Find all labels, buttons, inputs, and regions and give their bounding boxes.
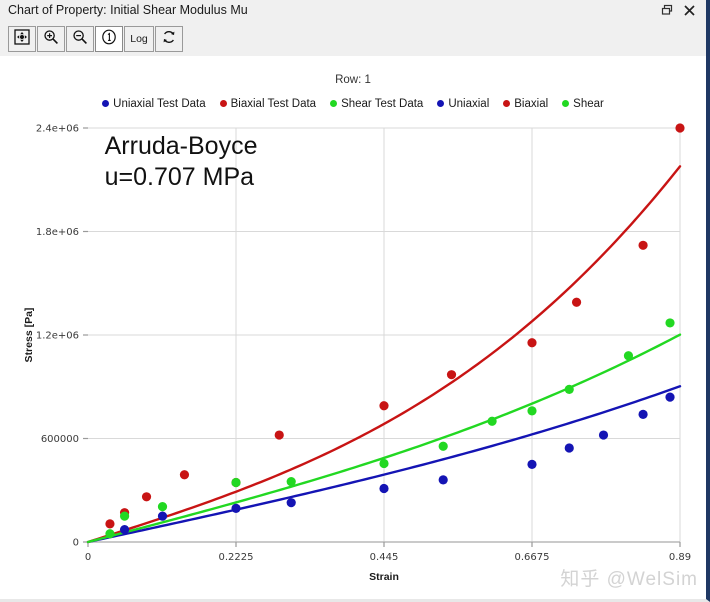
close-icon[interactable] bbox=[681, 3, 698, 19]
window-title-bar: Chart of Property: Initial Shear Modulus… bbox=[0, 0, 706, 23]
y-axis-tick-label: 2.4e+06 bbox=[36, 124, 79, 135]
x-axis-tick-label: 0.89 bbox=[669, 552, 691, 563]
chart-annotation-line1: Arruda-Boyce bbox=[105, 132, 258, 160]
x-axis-tick-label: 0.6675 bbox=[515, 552, 550, 563]
data-point[interactable] bbox=[179, 470, 190, 480]
y-axis-title: Stress [Pa] bbox=[23, 308, 35, 363]
x-axis-tick-label: 0.2225 bbox=[219, 552, 254, 563]
data-point[interactable] bbox=[527, 338, 537, 348]
data-point[interactable] bbox=[564, 384, 574, 394]
x-axis-tick-label: 0.445 bbox=[370, 552, 399, 563]
data-point[interactable] bbox=[487, 416, 497, 426]
log-scale-label: Log bbox=[130, 32, 148, 45]
magnifier-plus-icon bbox=[43, 29, 59, 50]
data-point[interactable] bbox=[527, 406, 537, 416]
data-point[interactable] bbox=[286, 498, 296, 508]
x-axis-tick-label: 0 bbox=[85, 552, 91, 563]
magnifier-minus-icon bbox=[72, 29, 88, 50]
watermark: 知乎 @WelSim bbox=[560, 569, 698, 590]
data-point[interactable] bbox=[231, 503, 241, 513]
chart-window: Chart of Property: Initial Shear Modulus… bbox=[0, 0, 710, 602]
data-point[interactable] bbox=[141, 492, 152, 502]
data-point[interactable] bbox=[379, 401, 389, 411]
data-point[interactable] bbox=[665, 318, 675, 328]
data-point[interactable] bbox=[438, 441, 448, 451]
circled-one-icon bbox=[101, 29, 117, 50]
data-point[interactable] bbox=[598, 430, 609, 440]
data-point[interactable] bbox=[446, 370, 457, 380]
data-point[interactable] bbox=[564, 443, 574, 453]
x-axis-title: Strain bbox=[369, 571, 399, 583]
refresh-circular-arrows-icon bbox=[161, 29, 177, 50]
y-axis-tick-label: 1.8e+06 bbox=[36, 227, 79, 238]
zoom-in-button[interactable] bbox=[37, 26, 65, 52]
data-point[interactable] bbox=[157, 511, 168, 521]
data-point[interactable] bbox=[105, 529, 115, 539]
window-title: Chart of Property: Initial Shear Modulus… bbox=[8, 3, 248, 17]
data-point[interactable] bbox=[571, 297, 582, 307]
info-button[interactable] bbox=[95, 26, 123, 52]
y-axis-tick-label: 1.2e+06 bbox=[36, 331, 79, 342]
data-point[interactable] bbox=[379, 458, 389, 469]
chart-canvas[interactable]: Row: 1 Uniaxial Test Data Biaxial Test Da… bbox=[0, 56, 706, 599]
data-point[interactable] bbox=[157, 502, 168, 512]
log-scale-button[interactable]: Log bbox=[124, 26, 154, 52]
refresh-button[interactable] bbox=[155, 26, 183, 52]
data-point[interactable] bbox=[231, 477, 241, 488]
data-point[interactable] bbox=[638, 409, 648, 419]
fit-expand-icon bbox=[14, 28, 30, 50]
data-point[interactable] bbox=[638, 240, 648, 250]
data-point[interactable] bbox=[105, 519, 115, 529]
chart-toolbar: Log bbox=[0, 22, 706, 57]
data-point[interactable] bbox=[438, 475, 448, 485]
data-point[interactable] bbox=[286, 477, 296, 487]
data-point[interactable] bbox=[675, 123, 685, 133]
y-axis-tick-label: 600000 bbox=[41, 434, 79, 445]
data-point[interactable] bbox=[274, 430, 284, 440]
data-point[interactable] bbox=[379, 483, 389, 494]
data-point[interactable] bbox=[119, 524, 130, 535]
data-point[interactable] bbox=[119, 511, 130, 521]
chart-annotation-line2: u=0.707 MPa bbox=[105, 163, 255, 191]
y-axis-tick-label: 0 bbox=[73, 538, 79, 549]
plot-area[interactable]: 0 600000 1.2e+06 1.8e+06 2.4e+06 0 0.2225 0.445… bbox=[0, 56, 706, 599]
data-point[interactable] bbox=[527, 459, 537, 469]
fit-to-window-button[interactable] bbox=[8, 26, 36, 52]
data-point[interactable] bbox=[623, 351, 634, 361]
restore-window-icon[interactable] bbox=[659, 3, 676, 19]
zoom-out-button[interactable] bbox=[66, 26, 94, 52]
data-point[interactable] bbox=[665, 392, 675, 402]
